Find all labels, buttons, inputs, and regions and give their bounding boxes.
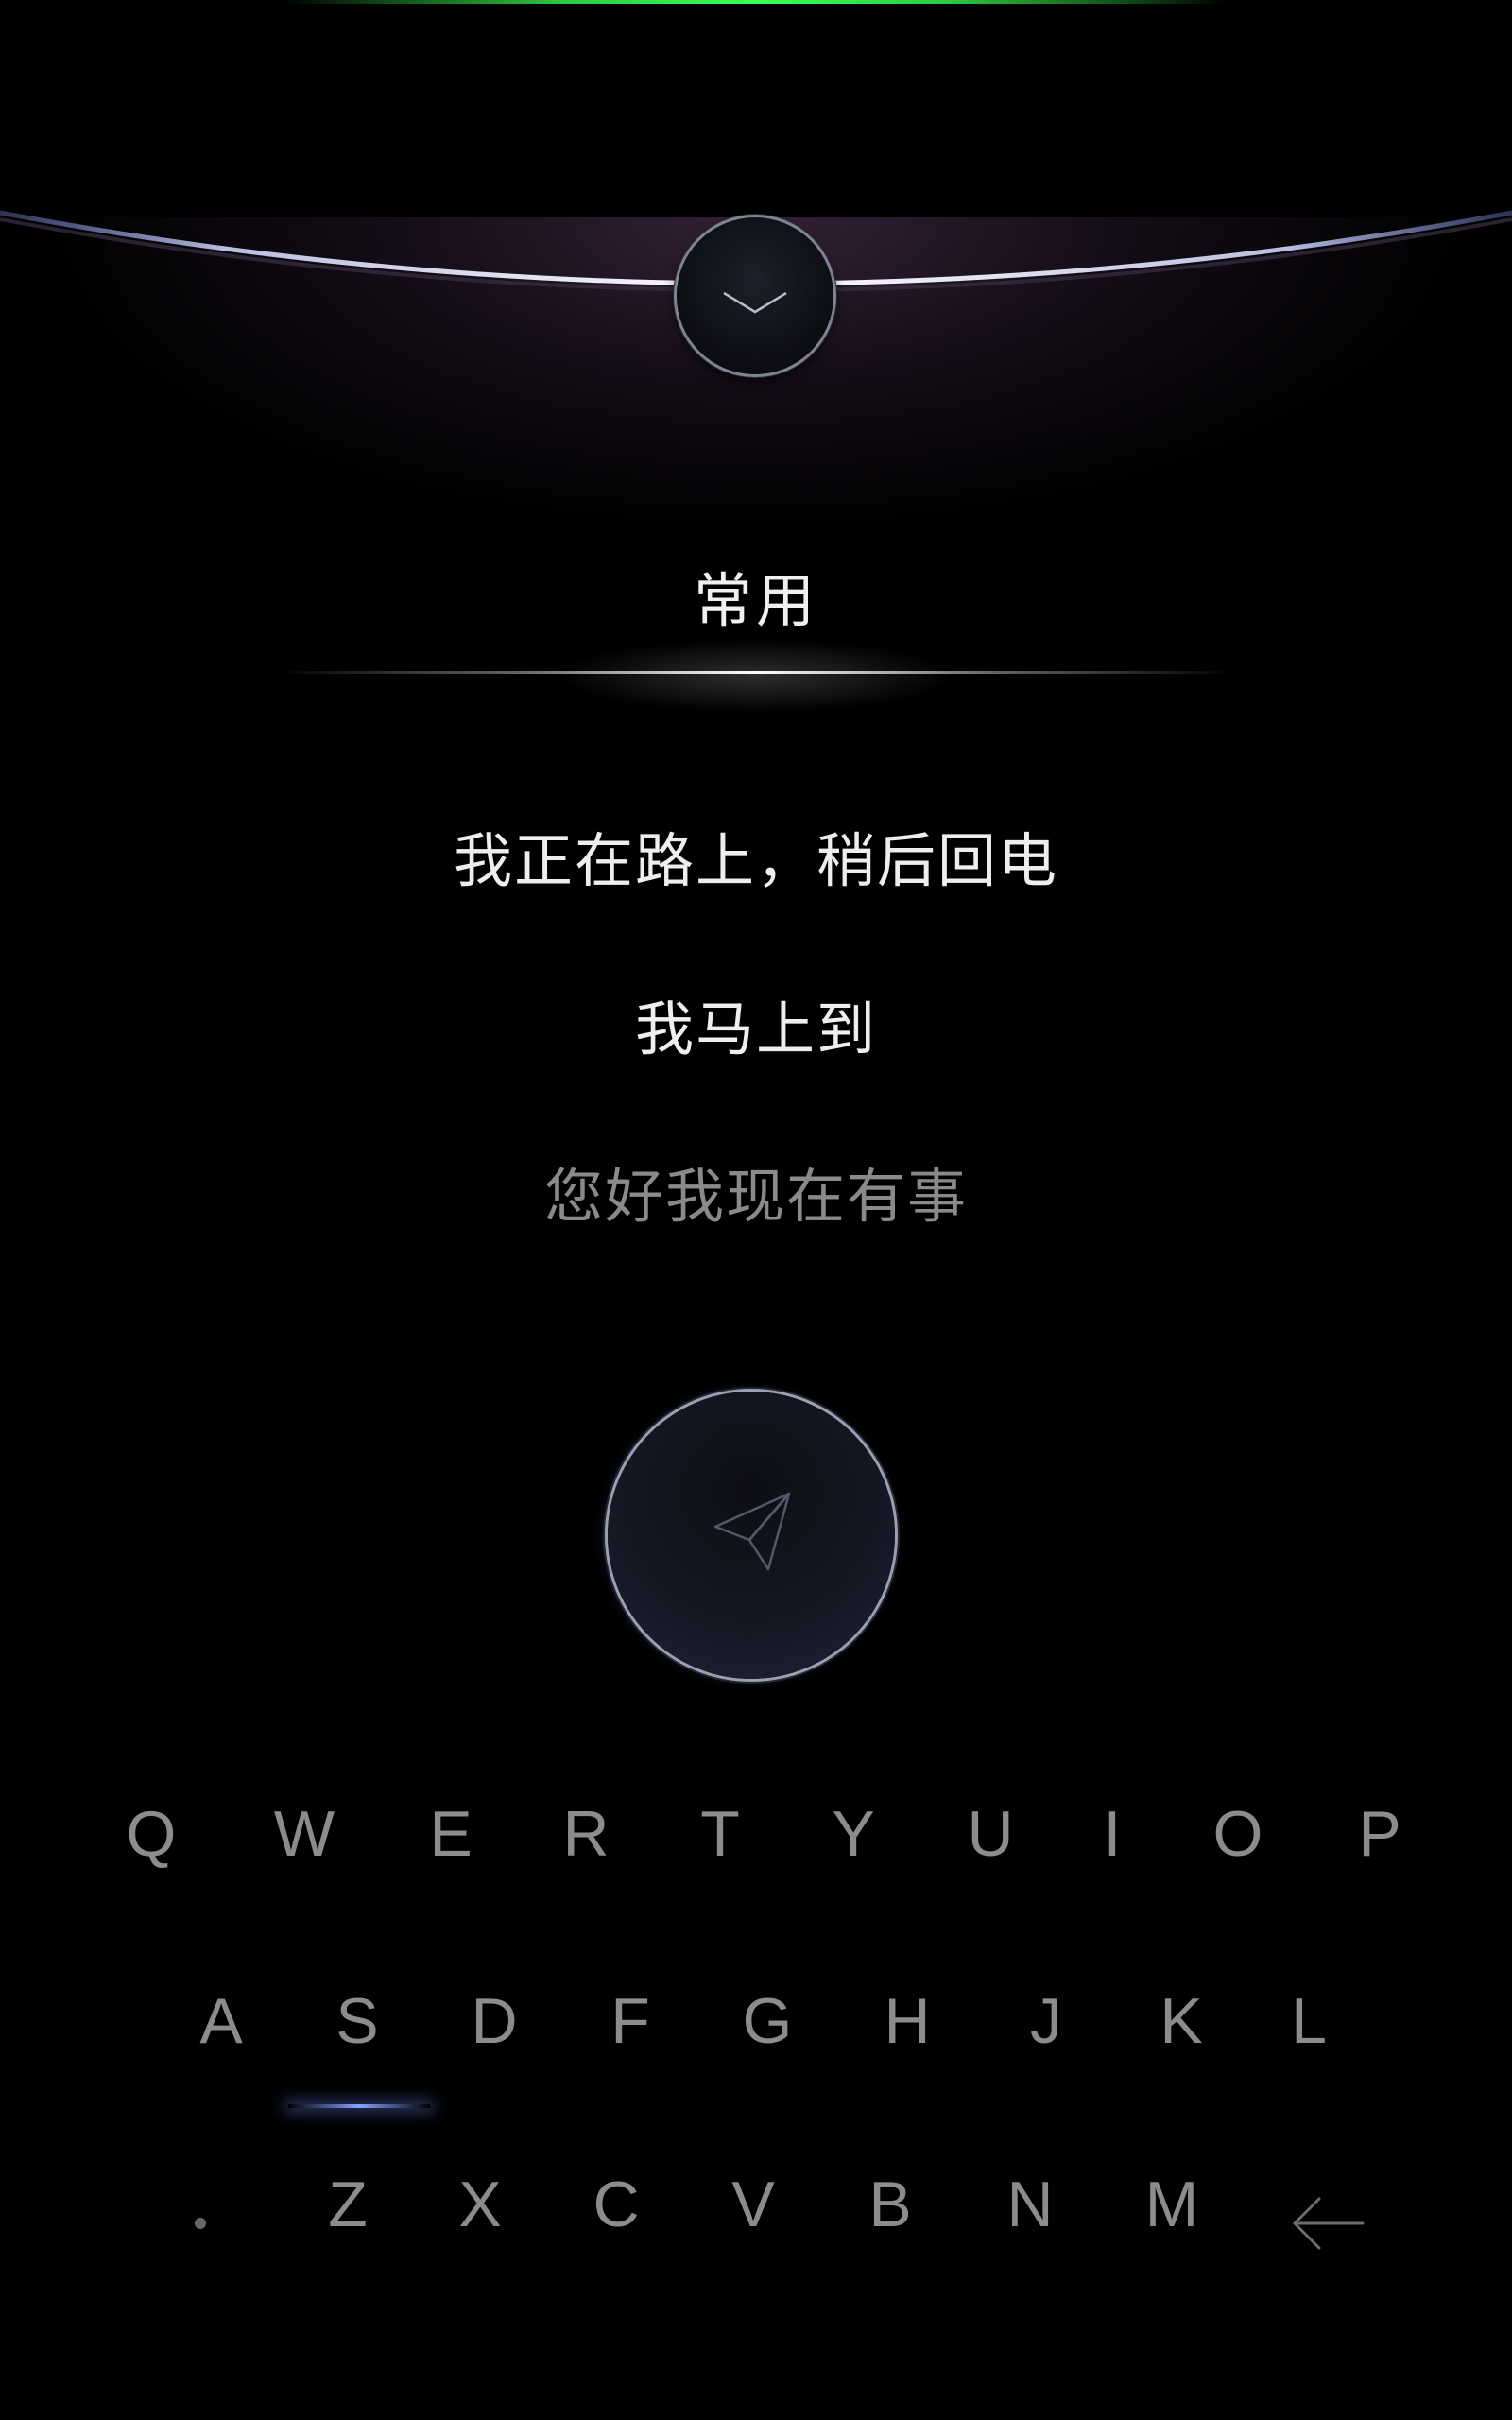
chevron-down-icon [723, 291, 787, 314]
key-z[interactable]: Z [291, 2148, 404, 2261]
quick-reply-screen: 常用 我正在路上，稍后回电 我马上到 您好我现在有事 Q W E R T Y U… [0, 0, 1512, 2420]
key-o[interactable]: O [1181, 1777, 1295, 1891]
key-y[interactable]: Y [797, 1777, 910, 1891]
arrow-left-icon [1293, 2197, 1365, 2250]
key-c[interactable]: C [559, 2148, 673, 2261]
key-e[interactable]: E [394, 1777, 507, 1891]
backspace-key[interactable] [1285, 2184, 1370, 2259]
active-key-indicator [288, 2104, 430, 2108]
quick-reply-item[interactable]: 我马上到 [0, 981, 1512, 1066]
key-v[interactable]: V [696, 2148, 810, 2261]
key-t[interactable]: T [663, 1777, 777, 1891]
key-b[interactable]: B [833, 2148, 947, 2261]
key-g[interactable]: G [711, 1964, 824, 2078]
key-d[interactable]: D [438, 1964, 551, 2078]
key-x[interactable]: X [423, 2148, 537, 2261]
key-r[interactable]: R [529, 1777, 643, 1891]
key-h[interactable]: H [850, 1964, 964, 2078]
dot-key[interactable] [189, 2212, 212, 2235]
dot-icon [195, 2218, 206, 2229]
key-q[interactable]: Q [94, 1777, 208, 1891]
send-button[interactable] [608, 1392, 895, 1679]
key-i[interactable]: I [1056, 1777, 1169, 1891]
key-l[interactable]: L [1252, 1964, 1366, 2078]
key-u[interactable]: U [934, 1777, 1047, 1891]
category-underline-glow [472, 624, 1040, 728]
quick-reply-item[interactable]: 您好我现在有事 [0, 1149, 1512, 1234]
top-accent-line [284, 0, 1228, 4]
key-f[interactable]: F [574, 1964, 687, 2078]
key-m[interactable]: M [1115, 2148, 1228, 2261]
key-a[interactable]: A [164, 1964, 278, 2078]
key-j[interactable]: J [989, 1964, 1103, 2078]
collapse-button[interactable] [677, 217, 833, 374]
key-s[interactable]: S [301, 1964, 414, 2078]
key-k[interactable]: K [1125, 1964, 1238, 2078]
quick-reply-item[interactable]: 我正在路上，稍后回电 [0, 813, 1512, 898]
paper-plane-icon [713, 1492, 791, 1571]
category-underline [279, 671, 1233, 674]
key-w[interactable]: W [248, 1777, 361, 1891]
key-n[interactable]: N [973, 2148, 1087, 2261]
key-p[interactable]: P [1323, 1777, 1436, 1891]
